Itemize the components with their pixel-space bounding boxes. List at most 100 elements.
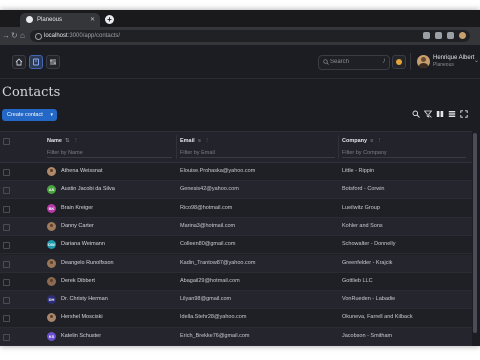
address-bar[interactable]: localhost:3000/app/contacts/ <box>30 30 470 42</box>
table-row[interactable]: Derek Dibbert Abagail29@hotmail.com Gottli… <box>0 272 472 291</box>
theme-toggle-button[interactable] <box>392 55 406 69</box>
browser-toolbar: → ↻ ⌂ localhost:3000/app/contacts/ <box>0 27 480 45</box>
columns-icon[interactable] <box>436 110 444 118</box>
user-avatar[interactable] <box>417 55 430 68</box>
create-contact-label: Create contact <box>7 112 43 118</box>
clear-filter-icon[interactable] <box>424 110 432 118</box>
column-divider[interactable] <box>176 135 177 159</box>
contact-email: Marina3@hotmail.com <box>180 222 236 229</box>
contact-company: Lueilwitz Group <box>342 204 380 211</box>
density-icon[interactable] <box>448 110 456 118</box>
fullscreen-icon[interactable] <box>460 110 468 118</box>
reload-icon[interactable]: ↻ <box>11 30 18 42</box>
sun-icon <box>396 59 402 65</box>
avatar <box>47 258 56 268</box>
row-checkbox[interactable] <box>3 315 10 323</box>
row-checkbox[interactable] <box>3 187 10 195</box>
table-row[interactable]: Danny Carter Marina3@hotmail.com Kohler an… <box>0 217 472 237</box>
chevron-down-icon[interactable]: ⌄ <box>474 57 479 64</box>
sort-filter-icon[interactable]: ⇅ ⋮ <box>65 138 80 144</box>
vertical-scrollbar[interactable] <box>472 131 478 346</box>
search-icon[interactable] <box>412 110 420 118</box>
contacts-table: Name⇅ ⋮ Email≡ ⋮ Company≡ ⋮ Athena Weiss… <box>0 131 472 346</box>
column-menu-icon[interactable]: ≡ ⋮ <box>198 138 211 144</box>
back-icon[interactable]: → <box>2 30 10 42</box>
favicon-icon <box>26 16 33 23</box>
browser-tab[interactable]: Planeous ✕ <box>20 13 100 27</box>
column-header-email[interactable]: Email ≡ ⋮ <box>180 138 211 145</box>
row-checkbox[interactable] <box>3 333 10 341</box>
tab-close-icon[interactable]: ✕ <box>90 15 95 25</box>
contacts-nav-button[interactable] <box>29 55 43 69</box>
email-filter-input[interactable] <box>180 148 335 158</box>
column-header-name[interactable]: Name ⇅ ⋮ <box>47 138 80 145</box>
scrollbar-thumb[interactable] <box>473 133 477 333</box>
avatar: KS <box>47 331 56 341</box>
contact-name: Derek Dibbert <box>61 277 95 284</box>
table-row[interactable]: Athena Weissnat Elouise.Prohaska@yahoo.co… <box>0 163 472 182</box>
home-button[interactable] <box>12 55 26 69</box>
row-checkbox[interactable] <box>3 205 10 213</box>
settings-nav-button[interactable] <box>46 55 60 69</box>
contact-name: Hershel Mosciski <box>61 314 103 321</box>
table-row[interactable]: DW Dariana Weimann Colleen80@gmail.com Scho… <box>0 236 472 255</box>
name-filter-input[interactable] <box>47 148 172 158</box>
contact-email: Genesis42@yahoo.com <box>180 186 239 193</box>
row-checkbox[interactable] <box>3 223 10 231</box>
row-checkbox[interactable] <box>3 260 10 268</box>
row-checkbox[interactable] <box>3 297 10 305</box>
contact-name: Dariana Weimann <box>61 241 105 248</box>
contact-company: Botsford - Corwin <box>342 186 385 193</box>
contact-email: Abagail29@hotmail.com <box>180 277 240 284</box>
contact-name: Deangelo Runolfsson <box>61 259 114 266</box>
contact-name: Katelin Schuster <box>61 332 102 339</box>
table-header-row: Name⇅ ⋮ Email≡ ⋮ Company≡ ⋮ <box>0 132 472 163</box>
search-input[interactable] <box>330 57 370 67</box>
contact-name: Dr. Christy Herman <box>61 296 108 303</box>
contact-company: Little - Rippin <box>342 168 375 174</box>
extensions-icon[interactable] <box>435 32 442 39</box>
house-icon <box>15 58 23 66</box>
table-row[interactable]: Hershel Mosciski Idella.Stehr28@yahoo.com… <box>0 309 472 328</box>
bookmark-icon[interactable] <box>423 32 430 39</box>
column-header-company[interactable]: Company ≡ ⋮ <box>342 138 383 145</box>
tab-title: Planeous <box>37 17 63 23</box>
user-name[interactable]: Henrique Albert <box>433 55 474 62</box>
row-checkbox[interactable] <box>3 278 10 286</box>
home-icon[interactable]: ⌂ <box>20 30 25 42</box>
row-checkbox[interactable] <box>3 242 10 250</box>
avatar: BK <box>47 203 56 213</box>
contact-company: Okuneva, Farrell and Kilback <box>342 314 413 321</box>
contact-name: Brain Kreiger <box>61 204 94 211</box>
sliders-icon <box>50 59 56 65</box>
app-header: / Henrique Albert Planeous ⌄ <box>0 45 480 79</box>
contact-company: Jacobson - Smitham <box>342 332 393 339</box>
table-row[interactable]: AS Austin Jacobi da Silva Genesis42@yahoo.… <box>0 181 472 200</box>
table-row[interactable]: BK Brain Kreiger Rico98@hotmail.com Lueilwi… <box>0 199 472 218</box>
avatar <box>47 276 56 286</box>
row-checkbox[interactable] <box>3 169 10 176</box>
page-title: Contacts <box>2 85 61 100</box>
contact-company: Kohler and Sons <box>342 222 383 229</box>
site-info-icon[interactable] <box>35 33 42 40</box>
profile-icon[interactable] <box>459 32 466 39</box>
column-divider[interactable] <box>338 135 339 159</box>
column-menu-icon[interactable]: ≡ ⋮ <box>370 138 383 144</box>
search-shortcut: / <box>383 59 385 65</box>
table-row[interactable]: Deangelo Runolfsson Kadin_Trantow87@yahoo… <box>0 254 472 273</box>
chevron-down-icon[interactable]: ▾ <box>50 109 53 121</box>
contact-name: Austin Jacobi da Silva <box>61 186 115 193</box>
select-all-checkbox[interactable] <box>3 138 10 145</box>
global-search[interactable]: / <box>318 55 390 70</box>
user-org: Planeous <box>433 62 454 68</box>
puzzle-icon[interactable] <box>447 32 454 39</box>
table-row[interactable]: DH Dr. Christy Herman Lilyan98@gmail.com Vo… <box>0 291 472 310</box>
new-tab-icon[interactable]: + <box>105 15 114 24</box>
avatar <box>47 221 56 231</box>
avatar <box>47 313 56 323</box>
create-contact-button[interactable]: Create contact ▾ <box>2 109 57 121</box>
company-filter-input[interactable] <box>342 148 466 158</box>
table-row[interactable]: KS Katelin Schuster Erich_Brekke76@gmail.c… <box>0 327 472 346</box>
contact-email: Erich_Brekke76@gmail.com <box>180 332 250 339</box>
contact-email: Colleen80@gmail.com <box>180 241 236 248</box>
